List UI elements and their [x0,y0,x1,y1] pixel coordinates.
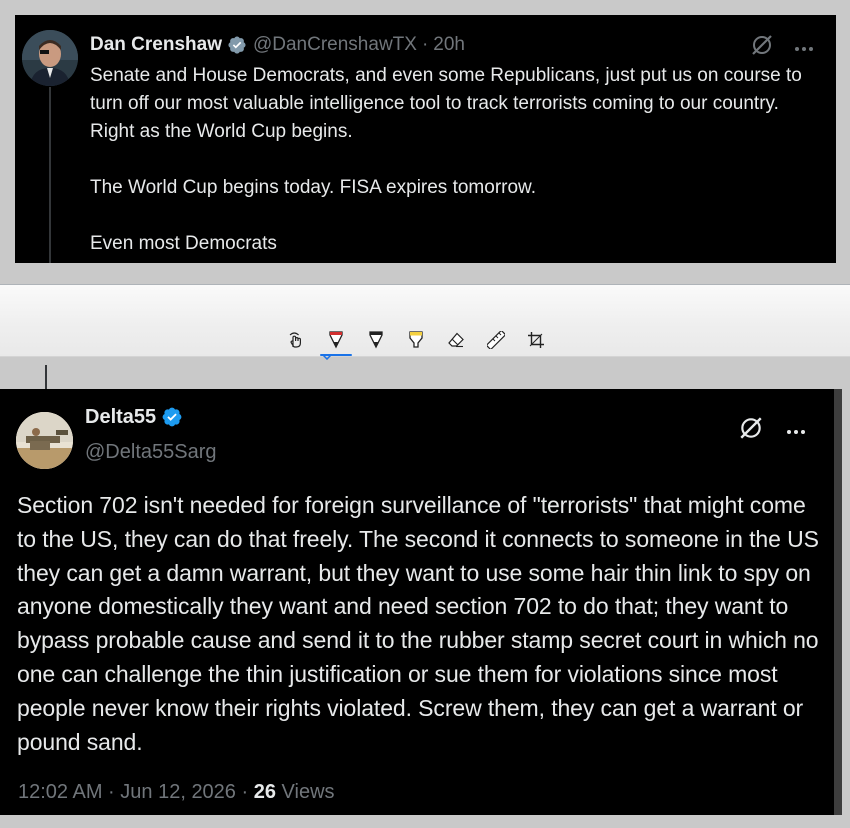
author-handle[interactable]: @DanCrenshawTX [253,33,417,57]
tweet-paragraph: Senate and House Democrats, and even som… [90,65,802,142]
tweet-text: Senate and House Democrats, and even som… [90,62,820,263]
author-handle[interactable]: @Delta55Sarg [85,441,216,464]
toolbar-tools [276,326,556,356]
views-count: 26 [253,781,276,803]
crop-button[interactable] [516,326,556,354]
verified-badge-icon [161,406,183,428]
ruler-button[interactable] [476,326,516,354]
avatar-photo-icon [16,412,73,469]
tweet-header: Dan Crenshaw @DanCrenshawTX · 20h [90,33,465,57]
tweet-timestamp[interactable]: 12:02 AM · Jun 12, 2026 · [18,781,248,803]
tweet-actions [750,33,814,62]
avatar[interactable] [16,412,73,469]
author-name[interactable]: Dan Crenshaw [90,33,222,57]
author-name-row: Delta55 [85,404,183,430]
thread-line [49,87,51,263]
author-name[interactable]: Delta55 [85,404,156,430]
tweet-actions [738,415,806,446]
views-label: Views [281,781,335,803]
tweet-paragraph: The World Cup begins today. FISA expires… [90,177,536,198]
tweet-meta: 12:02 AM · Jun 12, 2026 · 26 Views [18,781,335,804]
grok-icon[interactable] [750,33,774,62]
tweet-paragraph: Even most Democrats [90,233,277,254]
grok-icon[interactable] [738,415,764,446]
touch-hand-icon [289,332,301,348]
highlighter-icon [409,331,423,348]
tweet-time[interactable]: 20h [433,33,465,57]
quoted-tweet-panel[interactable]: Dan Crenshaw @DanCrenshawTX · 20h Senate… [15,15,836,263]
reply-tweet-panel[interactable]: Delta55 @Delta55Sarg Section 702 isn't n… [0,389,842,815]
eraser-button[interactable] [436,326,476,354]
avatar[interactable] [22,30,78,86]
screenshot-page: Dan Crenshaw @DanCrenshawTX · 20h Senate… [0,0,850,828]
annotation-toolbar [0,284,850,361]
crop-icon [528,332,544,348]
separator-dot: · [421,34,429,55]
ruler-icon [487,331,505,349]
more-options-icon[interactable] [786,422,806,440]
eraser-icon [448,332,464,348]
tweet-text: Section 702 isn't needed for foreign sur… [17,492,819,755]
chevron-down-icon[interactable] [322,347,332,365]
avatar-photo-icon [22,30,78,86]
highlighter-button[interactable] [396,326,436,354]
verified-badge-icon [227,35,247,55]
pen-icon [369,331,383,349]
touch-writing-button[interactable] [276,326,316,354]
pen-button[interactable] [356,326,396,354]
more-options-icon[interactable] [794,39,814,57]
